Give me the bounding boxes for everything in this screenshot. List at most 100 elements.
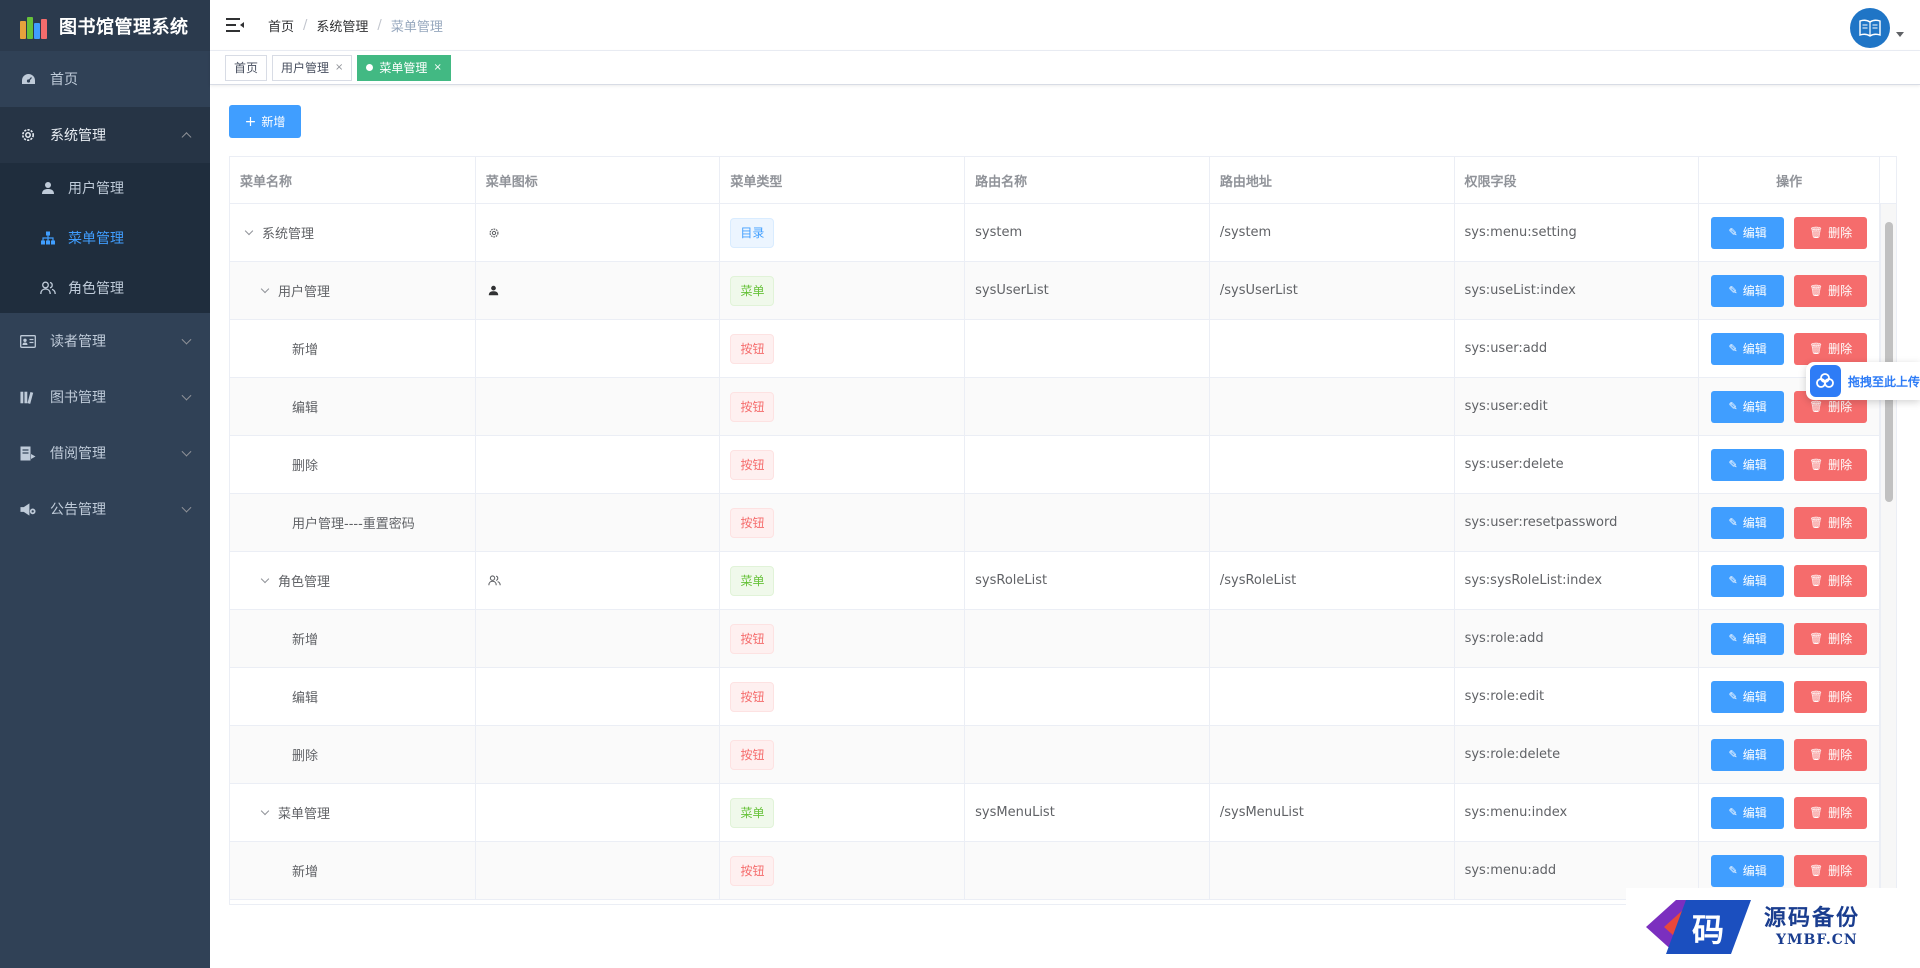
- edit-button[interactable]: ✎ 编辑: [1711, 854, 1785, 887]
- delete-button[interactable]: 🗑 删除: [1794, 216, 1868, 249]
- edit-button[interactable]: ✎ 编辑: [1711, 274, 1785, 307]
- edit-button[interactable]: ✎ 编辑: [1711, 622, 1785, 655]
- edit-button[interactable]: ✎ 编辑: [1711, 564, 1785, 597]
- table-row: 编辑 按钮 sys:role:edit ✎ 编辑 🗑 删除: [230, 668, 1896, 726]
- cell-actions: ✎ 编辑 🗑 删除: [1699, 262, 1881, 319]
- cell-menu-type: 按钮: [720, 494, 966, 551]
- sidebar-item-roles[interactable]: 角色管理: [0, 263, 210, 313]
- cell-permission: sys:user:delete: [1455, 436, 1700, 493]
- chevron-down-icon[interactable]: [260, 284, 270, 293]
- tag-home[interactable]: 首页: [225, 54, 268, 81]
- close-icon[interactable]: ×: [335, 56, 343, 80]
- trash-icon: 🗑: [1809, 400, 1824, 413]
- edit-label: 编辑: [1742, 516, 1767, 530]
- edit-button[interactable]: ✎ 编辑: [1711, 506, 1785, 539]
- sidebar-item-readers[interactable]: 读者管理: [0, 313, 210, 369]
- caret-down-icon[interactable]: [1896, 32, 1904, 37]
- chevron-down-icon[interactable]: [260, 574, 270, 583]
- cell-permission: sys:menu:setting: [1455, 204, 1700, 261]
- svg-text:码: 码: [1692, 911, 1724, 949]
- borrow-icon: [20, 445, 36, 461]
- chevron-down-icon[interactable]: [244, 226, 254, 235]
- edit-label: 编辑: [1742, 458, 1767, 472]
- close-icon[interactable]: ×: [433, 56, 441, 80]
- cell-route-name: sysRoleList: [965, 552, 1210, 609]
- table-row: 新增 按钮 sys:role:add ✎ 编辑 🗑 删除: [230, 610, 1896, 668]
- menu-name: 菜单管理: [278, 807, 331, 822]
- cell-actions: ✎ 编辑 🗑 删除: [1699, 494, 1881, 551]
- sidebar-item-users[interactable]: 用户管理: [0, 163, 210, 213]
- chevron-down-icon[interactable]: [260, 806, 270, 815]
- cell-menu-icon: [476, 552, 721, 609]
- cell-actions: ✎ 编辑 🗑 删除: [1699, 610, 1881, 667]
- menu-fold-icon[interactable]: [226, 18, 244, 32]
- cell-actions: ✎ 编辑 🗑 删除: [1699, 204, 1881, 261]
- book-avatar-icon: [1859, 19, 1881, 37]
- delete-button[interactable]: 🗑 删除: [1794, 506, 1868, 539]
- sidebar-item-label: 公告管理: [50, 502, 106, 518]
- edit-button[interactable]: ✎ 编辑: [1711, 796, 1785, 829]
- cell-menu-type: 按钮: [720, 436, 966, 493]
- edit-button[interactable]: ✎ 编辑: [1711, 332, 1785, 365]
- avatar[interactable]: [1850, 8, 1890, 48]
- table-scrollbar[interactable]: [1880, 204, 1896, 904]
- sidebar-item-announce[interactable]: 公告管理: [0, 481, 210, 537]
- trash-icon: 🗑: [1809, 806, 1824, 819]
- edit-button[interactable]: ✎ 编辑: [1711, 390, 1785, 423]
- edit-label: 编辑: [1742, 400, 1767, 414]
- cell-permission: sys:user:resetpassword: [1455, 494, 1700, 551]
- edit-button[interactable]: ✎ 编辑: [1711, 448, 1785, 481]
- sidebar-item-system[interactable]: 系统管理: [0, 107, 210, 163]
- drag-upload-widget[interactable]: 拖拽至此上传: [1806, 362, 1920, 400]
- menu-name: 新增: [292, 865, 319, 880]
- menu-name: 编辑: [292, 691, 319, 706]
- cell-menu-name: 角色管理: [230, 552, 476, 609]
- sidebar-item-borrow[interactable]: 借阅管理: [0, 425, 210, 481]
- cell-route-path: [1210, 494, 1455, 551]
- tag-menus[interactable]: 菜单管理 ×: [357, 54, 451, 81]
- cell-menu-name: 编辑: [230, 378, 476, 435]
- table-row: 用户管理----重置密码 按钮 sys:user:resetpassword ✎ 编辑 🗑…: [230, 494, 1896, 552]
- trash-icon: 🗑: [1809, 632, 1824, 645]
- cell-menu-name: 菜单管理: [230, 784, 476, 841]
- delete-button[interactable]: 🗑 删除: [1794, 332, 1868, 365]
- books-icon: [20, 389, 36, 405]
- cell-menu-icon: [476, 668, 721, 725]
- breadcrumb-home[interactable]: 首页: [268, 16, 294, 35]
- sidebar-item-menus[interactable]: 菜单管理: [0, 213, 210, 263]
- edit-button[interactable]: ✎ 编辑: [1711, 680, 1785, 713]
- sidebar-item-label: 角色管理: [68, 281, 124, 297]
- table-row: 用户管理 菜单 sysUserList/sysUserList sys:useList…: [230, 262, 1896, 320]
- tag-users[interactable]: 用户管理 ×: [272, 54, 353, 81]
- cell-menu-type: 菜单: [720, 262, 966, 319]
- add-menu-button[interactable]: + 新增: [229, 105, 301, 138]
- delete-button[interactable]: 🗑 删除: [1794, 854, 1868, 887]
- cell-menu-icon: [476, 378, 721, 435]
- delete-button[interactable]: 🗑 删除: [1794, 274, 1868, 307]
- breadcrumb: 首页 / 系统管理 / 菜单管理: [268, 16, 443, 35]
- edit-icon: ✎: [1728, 806, 1738, 819]
- sidebar-item-books[interactable]: 图书管理: [0, 369, 210, 425]
- delete-button[interactable]: 🗑 删除: [1794, 796, 1868, 829]
- edit-button[interactable]: ✎ 编辑: [1711, 216, 1785, 249]
- menu-type-badge: 按钮: [730, 449, 775, 480]
- delete-label: 删除: [1828, 806, 1853, 820]
- delete-button[interactable]: 🗑 删除: [1794, 680, 1868, 713]
- navbar: 首页 / 系统管理 / 菜单管理: [210, 0, 1920, 51]
- breadcrumb-system[interactable]: 系统管理: [316, 16, 368, 35]
- breadcrumb-current: 菜单管理: [390, 19, 443, 35]
- cell-route-name: [965, 436, 1210, 493]
- delete-button[interactable]: 🗑 删除: [1794, 738, 1868, 771]
- delete-button[interactable]: 🗑 删除: [1794, 622, 1868, 655]
- delete-button[interactable]: 🗑 删除: [1794, 564, 1868, 597]
- edit-icon: ✎: [1728, 458, 1738, 471]
- menu-type-badge: 按钮: [730, 681, 775, 712]
- cell-menu-icon: [476, 494, 721, 551]
- delete-button[interactable]: 🗑 删除: [1794, 448, 1868, 481]
- app-logo[interactable]: 图书馆管理系统: [0, 0, 210, 51]
- user-icon: [488, 285, 499, 296]
- edit-button[interactable]: ✎ 编辑: [1711, 738, 1785, 771]
- cell-menu-name: 用户管理----重置密码: [230, 494, 476, 551]
- sidebar-item-home[interactable]: 首页: [0, 51, 210, 107]
- delete-label: 删除: [1828, 690, 1853, 704]
